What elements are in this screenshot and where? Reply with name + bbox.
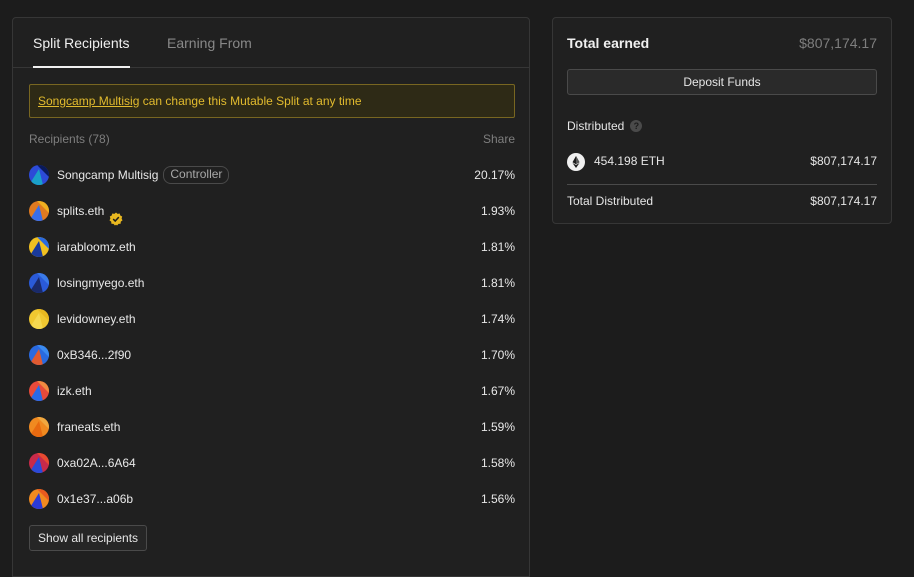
recipient-name[interactable]: franeats.eth (57, 409, 120, 445)
tab-earning-from[interactable]: Earning From (167, 18, 252, 67)
recipient-row[interactable]: franeats.eth 1.59% (29, 409, 515, 445)
recipient-name-group: izk.eth (57, 373, 92, 409)
controller-badge: Controller (163, 166, 230, 184)
split-recipients-panel: Split Recipients Earning From Songcamp M… (12, 17, 530, 577)
controller-link[interactable]: Songcamp Multisig (38, 94, 139, 108)
recipient-name[interactable]: Songcamp Multisig (57, 157, 158, 193)
recipient-row[interactable]: izk.eth 1.67% (29, 373, 515, 409)
avatar (29, 201, 49, 221)
recipient-share: 1.59% (480, 420, 515, 434)
avatar (29, 381, 49, 401)
earnings-summary-panel: Total earned $807,174.17 Deposit Funds D… (552, 17, 892, 224)
recipient-row[interactable]: 0xa02A...6A64 1.58% (29, 445, 515, 481)
recipient-name-group: levidowney.eth (57, 301, 136, 337)
avatar (29, 417, 49, 437)
recipient-share: 1.93% (480, 204, 515, 218)
recipient-share: 1.56% (480, 492, 515, 506)
recipient-name-group: losingmyego.eth (57, 265, 144, 301)
show-all-recipients-button[interactable]: Show all recipients (29, 525, 148, 551)
total-earned-value: $807,174.17 (799, 35, 877, 51)
recipient-name[interactable]: splits.eth (57, 193, 104, 229)
recipient-name[interactable]: izk.eth (57, 373, 92, 409)
eth-balance-row: 454.198 ETH $807,174.17 (567, 153, 877, 171)
eth-usd-value: $807,174.17 (810, 154, 877, 168)
total-distributed-value: $807,174.17 (810, 194, 877, 208)
controller-notice: Songcamp Multisig can change this Mutabl… (29, 84, 515, 118)
recipient-name-group: 0xB346...2f90 (57, 337, 131, 373)
recipient-row[interactable]: levidowney.eth 1.74% (29, 301, 515, 337)
tab-bar: Split Recipients Earning From (13, 18, 529, 68)
recipient-name[interactable]: losingmyego.eth (57, 265, 144, 301)
recipient-row[interactable]: Songcamp Multisig Controller 20.17% (29, 157, 515, 193)
recipients-list: Songcamp Multisig Controller 20.17% splits.… (29, 157, 515, 517)
recipient-share: 1.67% (480, 384, 515, 398)
ethereum-icon (567, 153, 585, 171)
recipient-name-group: 0x1e37...a06b (57, 481, 133, 517)
recipient-share: 1.74% (480, 312, 515, 326)
recipient-share: 1.81% (480, 240, 515, 254)
divider (567, 184, 877, 185)
total-distributed-label: Total Distributed (567, 194, 654, 208)
recipient-row[interactable]: 0xB346...2f90 1.70% (29, 337, 515, 373)
recipient-name[interactable]: 0xa02A...6A64 (57, 445, 136, 481)
recipients-count-label: Recipients (78) (29, 132, 110, 146)
recipient-name-group: Songcamp Multisig Controller (57, 157, 230, 193)
recipient-name[interactable]: 0xB346...2f90 (57, 337, 131, 373)
distributed-label: Distributed (567, 119, 625, 133)
recipient-share: 1.70% (480, 348, 515, 362)
share-column-label: Share (482, 132, 515, 146)
recipient-share: 1.81% (480, 276, 515, 290)
notice-text: can change this Mutable Split at any tim… (139, 94, 362, 108)
recipient-name[interactable]: levidowney.eth (57, 301, 136, 337)
recipient-row[interactable]: losingmyego.eth 1.81% (29, 265, 515, 301)
eth-amount: 454.198 ETH (594, 154, 665, 168)
recipient-name-group: franeats.eth (57, 409, 120, 445)
total-earned-label: Total earned (567, 35, 650, 51)
recipient-name[interactable]: iarabloomz.eth (57, 229, 136, 265)
recipient-row[interactable]: splits.eth 1.93% (29, 193, 515, 229)
tab-split-recipients[interactable]: Split Recipients (33, 18, 130, 68)
avatar (29, 165, 49, 185)
recipient-row[interactable]: iarabloomz.eth 1.81% (29, 229, 515, 265)
recipient-row[interactable]: 0x1e37...a06b 1.56% (29, 481, 515, 517)
verified-check-icon (109, 204, 123, 226)
recipient-share: 20.17% (474, 168, 515, 182)
deposit-funds-button[interactable]: Deposit Funds (567, 69, 877, 95)
recipient-name-group: 0xa02A...6A64 (57, 445, 136, 481)
recipient-name-group: iarabloomz.eth (57, 229, 136, 265)
question-icon[interactable]: ? (630, 120, 643, 132)
avatar (29, 453, 49, 473)
recipient-name-group: splits.eth (57, 193, 123, 229)
avatar (29, 237, 49, 257)
recipient-name[interactable]: 0x1e37...a06b (57, 481, 133, 517)
avatar (29, 273, 49, 293)
recipient-share: 1.58% (480, 456, 515, 470)
avatar (29, 489, 49, 509)
avatar (29, 345, 49, 365)
distributed-heading: Distributed ? (567, 119, 643, 133)
avatar (29, 309, 49, 329)
recipients-header: Recipients (78) Share (29, 132, 515, 150)
